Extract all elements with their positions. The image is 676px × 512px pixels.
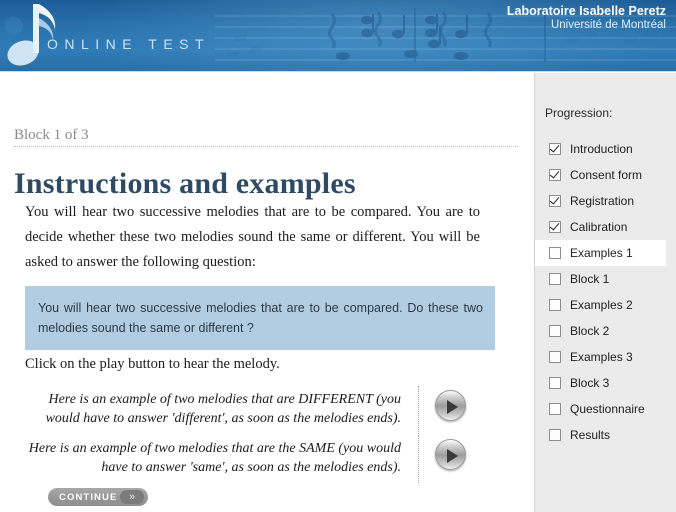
chevron-right-icon: » <box>120 490 144 504</box>
sidebar-item-label: Consent form <box>570 168 643 182</box>
checkbox-checked-icon[interactable] <box>549 221 561 233</box>
example-row: Here is an example of two melodies that … <box>25 386 475 434</box>
sidebar-item-examples-3[interactable]: Examples 3 <box>535 344 676 370</box>
sidebar-item-results[interactable]: Results <box>535 422 676 448</box>
main-content: Block 1 of 3 Instructions and examples Y… <box>0 73 534 512</box>
example-text: Here is an example of two melodies that … <box>28 441 401 475</box>
title-divider <box>14 146 518 147</box>
sidebar-item-label: Block 2 <box>570 324 610 338</box>
checkbox-icon[interactable] <box>549 247 561 259</box>
example-text: Here is an example of two melodies that … <box>45 392 401 426</box>
checkbox-checked-icon[interactable] <box>549 169 561 181</box>
sidebar-item-block-3[interactable]: Block 3 <box>535 370 676 396</box>
lab-university: Université de Montréal <box>550 19 666 31</box>
checkbox-checked-icon[interactable] <box>549 143 561 155</box>
play-icon[interactable] <box>435 439 466 470</box>
play-icon[interactable] <box>435 390 466 421</box>
checkbox-icon[interactable] <box>549 429 561 441</box>
example-divider <box>418 435 419 483</box>
sidebar-item-label: Registration <box>570 194 635 208</box>
lab-name: Laboratoire Isabelle Peretz <box>506 4 666 18</box>
play-triangle-icon <box>447 448 458 463</box>
question-callout: You will hear two successive melodies th… <box>25 286 495 350</box>
click-play-instruction: Click on the play button to hear the mel… <box>25 356 280 372</box>
sidebar-item-introduction[interactable]: Introduction <box>535 136 676 162</box>
block-progress-label: Block 1 of 3 <box>14 127 89 143</box>
example-divider <box>418 386 419 434</box>
checkbox-icon[interactable] <box>549 299 561 311</box>
sidebar-item-block-2[interactable]: Block 2 <box>535 318 676 344</box>
sidebar-item-label: Examples 1 <box>570 246 633 260</box>
checkbox-icon[interactable] <box>549 325 561 337</box>
site-header: ONLINE TEST Laboratoire Isabelle Peretz … <box>0 0 676 72</box>
intro-paragraph: You will hear two successive melodies th… <box>25 204 480 270</box>
continue-button-label: CONTINUE <box>59 491 118 503</box>
checkbox-icon[interactable] <box>549 377 561 389</box>
example-row: Here is an example of two melodies that … <box>25 435 475 483</box>
checkbox-icon[interactable] <box>549 403 561 415</box>
online-test-page: ONLINE TEST Laboratoire Isabelle Peretz … <box>0 0 676 512</box>
sidebar-item-examples-1[interactable]: Examples 1 <box>535 240 666 266</box>
brand-online-test: ONLINE TEST <box>47 36 211 52</box>
sidebar-item-label: Calibration <box>570 220 628 234</box>
sidebar-item-label: Examples 2 <box>570 298 633 312</box>
play-triangle-icon <box>447 399 458 414</box>
page-title: Instructions and examples <box>14 167 356 201</box>
sidebar-item-label: Block 1 <box>570 272 610 286</box>
progression-title: Progression: <box>545 106 613 120</box>
checkbox-icon[interactable] <box>549 273 561 285</box>
progression-list: Introduction Consent form Registration Cali… <box>535 136 676 448</box>
sidebar-item-consent-form[interactable]: Consent form <box>535 162 676 188</box>
sidebar-item-label: Block 3 <box>570 376 610 390</box>
sidebar-item-registration[interactable]: Registration <box>535 188 676 214</box>
continue-button[interactable]: CONTINUE » <box>48 488 148 506</box>
sidebar-item-label: Questionnaire <box>570 402 645 416</box>
sidebar-item-label: Introduction <box>570 142 633 156</box>
checkbox-icon[interactable] <box>549 351 561 363</box>
sidebar-item-label: Examples 3 <box>570 350 633 364</box>
sidebar-item-calibration[interactable]: Calibration <box>535 214 676 240</box>
progression-sidebar: Progression: Introduction Consent form Reg… <box>534 73 676 512</box>
sidebar-item-block-1[interactable]: Block 1 <box>535 266 676 292</box>
sidebar-item-questionnaire[interactable]: Questionnaire <box>535 396 676 422</box>
checkbox-checked-icon[interactable] <box>549 195 561 207</box>
sidebar-item-examples-2[interactable]: Examples 2 <box>535 292 676 318</box>
sidebar-item-label: Results <box>570 428 611 442</box>
